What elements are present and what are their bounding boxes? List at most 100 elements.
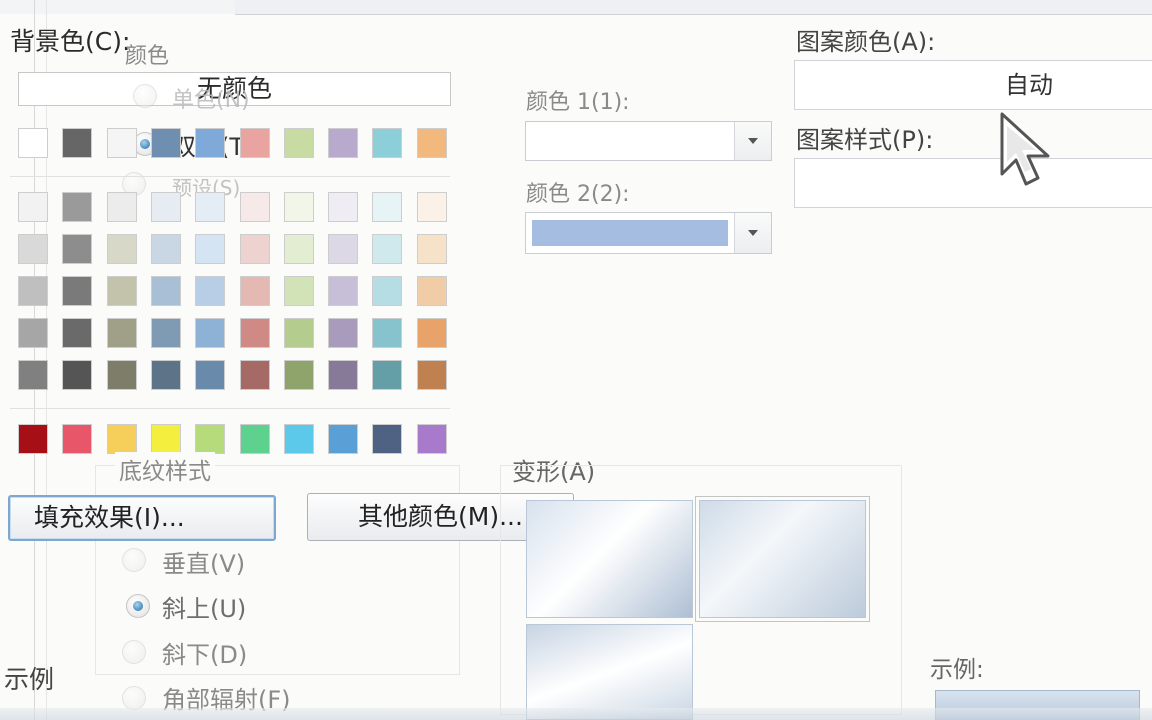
theme-swatch-5[interactable] [195, 128, 225, 158]
background-color-label: 背景色(C): [10, 27, 131, 56]
underlay-radio-one-color [133, 84, 157, 108]
tint-swatch-r5-2[interactable] [62, 360, 92, 390]
shading-diag-down-label: 斜下(D) [162, 641, 248, 669]
theme-swatch-8[interactable] [328, 128, 358, 158]
theme-swatch-7[interactable] [284, 128, 314, 158]
standard-swatch-4[interactable] [151, 424, 181, 454]
mouse-cursor-icon [1000, 112, 1050, 186]
palette-separator [10, 408, 450, 409]
standard-swatch-3[interactable] [107, 424, 137, 454]
shading-radio-diag-down[interactable] [122, 640, 146, 664]
tint-swatch-r1-5[interactable] [195, 192, 225, 222]
variant-tile-2[interactable] [695, 496, 870, 622]
tint-swatch-r2-8[interactable] [328, 234, 358, 264]
theme-swatch-1[interactable] [18, 128, 48, 158]
tint-swatch-r4-9[interactable] [372, 318, 402, 348]
pattern-color-field[interactable]: 自动 [794, 60, 1152, 110]
tint-swatch-r5-1[interactable] [18, 360, 48, 390]
standard-swatch-2[interactable] [62, 424, 92, 454]
tint-swatch-r5-6[interactable] [240, 360, 270, 390]
tint-swatch-r4-7[interactable] [284, 318, 314, 348]
tint-swatch-r4-1[interactable] [18, 318, 48, 348]
tint-swatch-r2-3[interactable] [107, 234, 137, 264]
theme-swatch-2[interactable] [62, 128, 92, 158]
tint-swatch-r1-10[interactable] [417, 192, 447, 222]
theme-swatch-6[interactable] [240, 128, 270, 158]
chevron-down-icon [748, 138, 758, 144]
tint-swatch-r3-6[interactable] [240, 276, 270, 306]
tint-swatch-r1-1[interactable] [18, 192, 48, 222]
tint-swatch-r3-7[interactable] [284, 276, 314, 306]
underlay-color-label: 颜色 [125, 44, 170, 69]
tint-swatch-r2-7[interactable] [284, 234, 314, 264]
tint-swatch-r1-2[interactable] [62, 192, 92, 222]
tint-swatch-r3-5[interactable] [195, 276, 225, 306]
tint-swatch-r1-6[interactable] [240, 192, 270, 222]
tint-swatch-r5-7[interactable] [284, 360, 314, 390]
tint-swatch-r2-1[interactable] [18, 234, 48, 264]
tint-swatch-r2-4[interactable] [151, 234, 181, 264]
tint-swatch-r1-4[interactable] [151, 192, 181, 222]
tint-swatch-r4-4[interactable] [151, 318, 181, 348]
tint-swatch-r3-8[interactable] [328, 276, 358, 306]
tint-swatch-r4-3[interactable] [107, 318, 137, 348]
tint-swatch-r3-4[interactable] [151, 276, 181, 306]
tint-swatch-r2-2[interactable] [62, 234, 92, 264]
standard-swatch-6[interactable] [240, 424, 270, 454]
theme-swatch-9[interactable] [372, 128, 402, 158]
tint-swatch-r4-6[interactable] [240, 318, 270, 348]
tint-swatch-r5-9[interactable] [372, 360, 402, 390]
tint-swatch-r4-5[interactable] [195, 318, 225, 348]
tint-swatch-r3-10[interactable] [417, 276, 447, 306]
theme-swatch-4[interactable] [151, 128, 181, 158]
tint-swatch-r2-6[interactable] [240, 234, 270, 264]
color1-dropdown-arrow[interactable] [734, 122, 771, 160]
tint-swatch-r4-2[interactable] [62, 318, 92, 348]
tint-swatch-r5-10[interactable] [417, 360, 447, 390]
variant-tile-3[interactable] [526, 624, 693, 720]
tint-swatch-r4-10[interactable] [417, 318, 447, 348]
theme-swatch-10[interactable] [417, 128, 447, 158]
tint-swatch-r5-8[interactable] [328, 360, 358, 390]
shading-radio-diag-up[interactable] [126, 594, 150, 618]
standard-swatch-1[interactable] [18, 424, 48, 454]
variant-tile-1[interactable] [526, 500, 693, 618]
pattern-style-field[interactable] [794, 158, 1152, 208]
color1-combo[interactable] [525, 121, 772, 161]
standard-swatch-9[interactable] [372, 424, 402, 454]
shading-radio-vertical[interactable] [122, 548, 146, 572]
tint-swatch-r2-9[interactable] [372, 234, 402, 264]
palette-separator [10, 176, 450, 177]
tint-swatch-r1-3[interactable] [107, 192, 137, 222]
tint-swatch-r3-1[interactable] [18, 276, 48, 306]
pattern-style-label: 图案样式(P): [796, 126, 934, 154]
shading-diag-up-label: 斜上(U) [162, 595, 247, 623]
tint-swatch-r4-8[interactable] [328, 318, 358, 348]
tint-swatch-r5-5[interactable] [195, 360, 225, 390]
chevron-down-icon [748, 230, 758, 236]
tint-swatch-r1-9[interactable] [372, 192, 402, 222]
fill-effects-button[interactable]: 填充效果(I)... [8, 495, 276, 541]
tint-swatch-r2-5[interactable] [195, 234, 225, 264]
tint-swatch-r3-3[interactable] [107, 276, 137, 306]
shading-radio-corner[interactable] [122, 686, 146, 710]
standard-swatch-5[interactable] [195, 424, 225, 454]
tint-swatch-r3-9[interactable] [372, 276, 402, 306]
tint-swatch-r1-7[interactable] [284, 192, 314, 222]
standard-swatch-8[interactable] [328, 424, 358, 454]
tint-swatch-r2-10[interactable] [417, 234, 447, 264]
color2-dropdown-arrow[interactable] [734, 213, 771, 253]
tint-swatch-r5-4[interactable] [151, 360, 181, 390]
pattern-color-label: 图案颜色(A): [796, 28, 936, 56]
tint-swatch-r1-8[interactable] [328, 192, 358, 222]
color1-label: 颜色 1(1): [526, 90, 630, 115]
dialog-tab-strip [0, 0, 1152, 15]
theme-swatch-3[interactable] [107, 128, 137, 158]
standard-swatch-10[interactable] [417, 424, 447, 454]
sample-label-left: 示例 [4, 665, 55, 694]
color2-combo[interactable] [525, 212, 772, 254]
tint-swatch-r3-2[interactable] [62, 276, 92, 306]
tint-swatch-r5-3[interactable] [107, 360, 137, 390]
color2-value-swatch [532, 220, 728, 246]
standard-swatch-7[interactable] [284, 424, 314, 454]
